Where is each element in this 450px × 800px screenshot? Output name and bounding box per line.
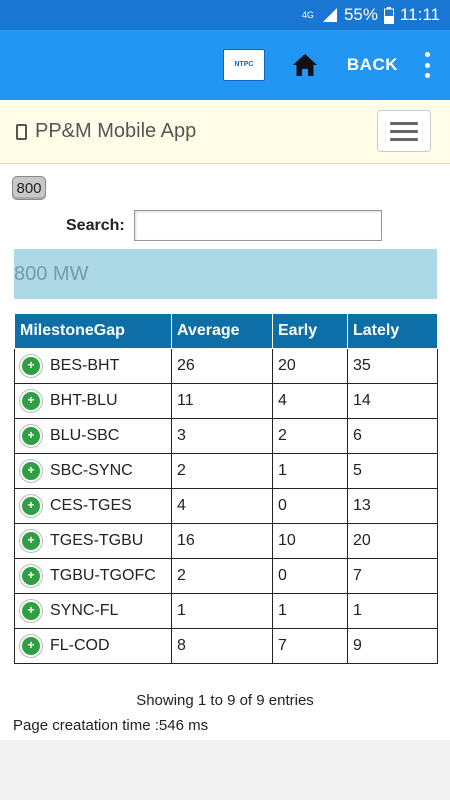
lately-cell: 14 bbox=[347, 383, 438, 419]
milestone-gap-cell: BLU-SBC bbox=[50, 427, 120, 444]
early-cell: 2 bbox=[272, 418, 348, 454]
plus-circle-icon[interactable]: + bbox=[20, 495, 42, 517]
brand-title: PP&M Mobile App bbox=[35, 120, 197, 142]
app-bar: NTPC BACK bbox=[0, 30, 450, 100]
column-header-early[interactable]: Early bbox=[272, 313, 348, 349]
early-cell: 1 bbox=[272, 593, 348, 629]
average-cell: 2 bbox=[171, 558, 273, 594]
milestone-gap-table: MilestoneGap Average Early Lately + BES-B… bbox=[14, 313, 438, 664]
hamburger-icon bbox=[390, 121, 418, 125]
table-row[interactable]: + FL-COD 8 7 9 bbox=[14, 628, 438, 664]
average-cell: 11 bbox=[171, 383, 273, 419]
milestone-gap-cell: SBC-SYNC bbox=[50, 462, 133, 479]
milestone-gap-cell: TGES-TGBU bbox=[50, 532, 144, 549]
battery-level: 55% bbox=[343, 5, 378, 24]
average-cell: 8 bbox=[171, 628, 273, 664]
back-button[interactable]: BACK bbox=[347, 55, 398, 75]
early-cell: 7 bbox=[272, 628, 348, 664]
plus-circle-icon[interactable]: + bbox=[20, 600, 42, 622]
clock: 11:11 bbox=[399, 5, 440, 24]
plus-circle-icon[interactable]: + bbox=[20, 565, 42, 587]
lately-cell: 1 bbox=[347, 593, 438, 629]
table-row[interactable]: + BHT-BLU 11 4 14 bbox=[14, 383, 438, 419]
table-row[interactable]: + SBC-SYNC 2 1 5 bbox=[14, 453, 438, 489]
signal-icon bbox=[322, 7, 338, 23]
table-header-row: MilestoneGap Average Early Lately bbox=[14, 313, 438, 349]
lately-cell: 35 bbox=[347, 348, 438, 384]
early-cell: 0 bbox=[272, 488, 348, 524]
plus-circle-icon[interactable]: + bbox=[20, 635, 42, 657]
plus-circle-icon[interactable]: + bbox=[20, 530, 42, 552]
home-button[interactable] bbox=[291, 51, 319, 79]
column-header-lately[interactable]: Lately bbox=[347, 313, 438, 349]
average-cell: 4 bbox=[171, 488, 273, 524]
table-row[interactable]: + CES-TGES 4 0 13 bbox=[14, 488, 438, 524]
lately-cell: 5 bbox=[347, 453, 438, 489]
milestone-gap-cell: SYNC-FL bbox=[50, 602, 119, 619]
milestone-gap-cell: BHT-BLU bbox=[50, 392, 118, 409]
milestone-gap-cell: BES-BHT bbox=[50, 357, 120, 374]
average-cell: 3 bbox=[171, 418, 273, 454]
capacity-chip[interactable]: 800 bbox=[12, 176, 46, 200]
plus-circle-icon[interactable]: + bbox=[20, 390, 42, 412]
main-content: 800 Search: 800 MW MilestoneGap Average … bbox=[0, 164, 450, 740]
lately-cell: 13 bbox=[347, 488, 438, 524]
section-banner: 800 MW bbox=[14, 249, 437, 299]
milestone-gap-cell: TGBU-TGOFC bbox=[50, 567, 156, 584]
early-cell: 10 bbox=[272, 523, 348, 559]
early-cell: 0 bbox=[272, 558, 348, 594]
logo-text: NTPC bbox=[234, 61, 254, 68]
more-vert-icon[interactable] bbox=[422, 52, 432, 78]
milestone-gap-cell: CES-TGES bbox=[50, 497, 132, 514]
table-row[interactable]: + BLU-SBC 3 2 6 bbox=[14, 418, 438, 454]
lately-cell: 20 bbox=[347, 523, 438, 559]
table-row[interactable]: + TGES-TGBU 16 10 20 bbox=[14, 523, 438, 559]
page-time-text: Page creatation time :546 ms bbox=[13, 717, 209, 734]
table-row[interactable]: + SYNC-FL 1 1 1 bbox=[14, 593, 438, 629]
search-input[interactable] bbox=[134, 210, 382, 241]
average-cell: 16 bbox=[171, 523, 273, 559]
navbar-brand[interactable]: PP&M Mobile App bbox=[16, 120, 196, 143]
early-cell: 20 bbox=[272, 348, 348, 384]
plus-circle-icon[interactable]: + bbox=[20, 460, 42, 482]
column-header-milestonegap[interactable]: MilestoneGap bbox=[14, 313, 172, 349]
navbar: PP&M Mobile App bbox=[0, 100, 450, 164]
lately-cell: 7 bbox=[347, 558, 438, 594]
average-cell: 1 bbox=[171, 593, 273, 629]
plus-circle-icon[interactable]: + bbox=[20, 355, 42, 377]
table-row[interactable]: + BES-BHT 26 20 35 bbox=[14, 348, 438, 384]
average-cell: 26 bbox=[171, 348, 273, 384]
mobile-phone-icon bbox=[16, 123, 27, 140]
search-row: Search: bbox=[0, 210, 450, 242]
battery-icon bbox=[383, 6, 394, 24]
early-cell: 4 bbox=[272, 383, 348, 419]
home-icon bbox=[292, 54, 317, 76]
early-cell: 1 bbox=[272, 453, 348, 489]
lately-cell: 6 bbox=[347, 418, 438, 454]
search-label: Search: bbox=[66, 217, 125, 234]
network-indicator: 4G bbox=[301, 9, 314, 20]
ntpc-logo: NTPC bbox=[222, 49, 265, 81]
average-cell: 2 bbox=[171, 453, 273, 489]
status-bar: 4G 55% 11:11 bbox=[0, 0, 450, 30]
lately-cell: 9 bbox=[347, 628, 438, 664]
table-row[interactable]: + TGBU-TGOFC 2 0 7 bbox=[14, 558, 438, 594]
plus-circle-icon[interactable]: + bbox=[20, 425, 42, 447]
milestone-gap-cell: FL-COD bbox=[50, 637, 110, 654]
table-entries-info: Showing 1 to 9 of 9 entries bbox=[136, 692, 314, 709]
menu-toggle-button[interactable] bbox=[377, 110, 431, 152]
column-header-average[interactable]: Average bbox=[171, 313, 273, 349]
